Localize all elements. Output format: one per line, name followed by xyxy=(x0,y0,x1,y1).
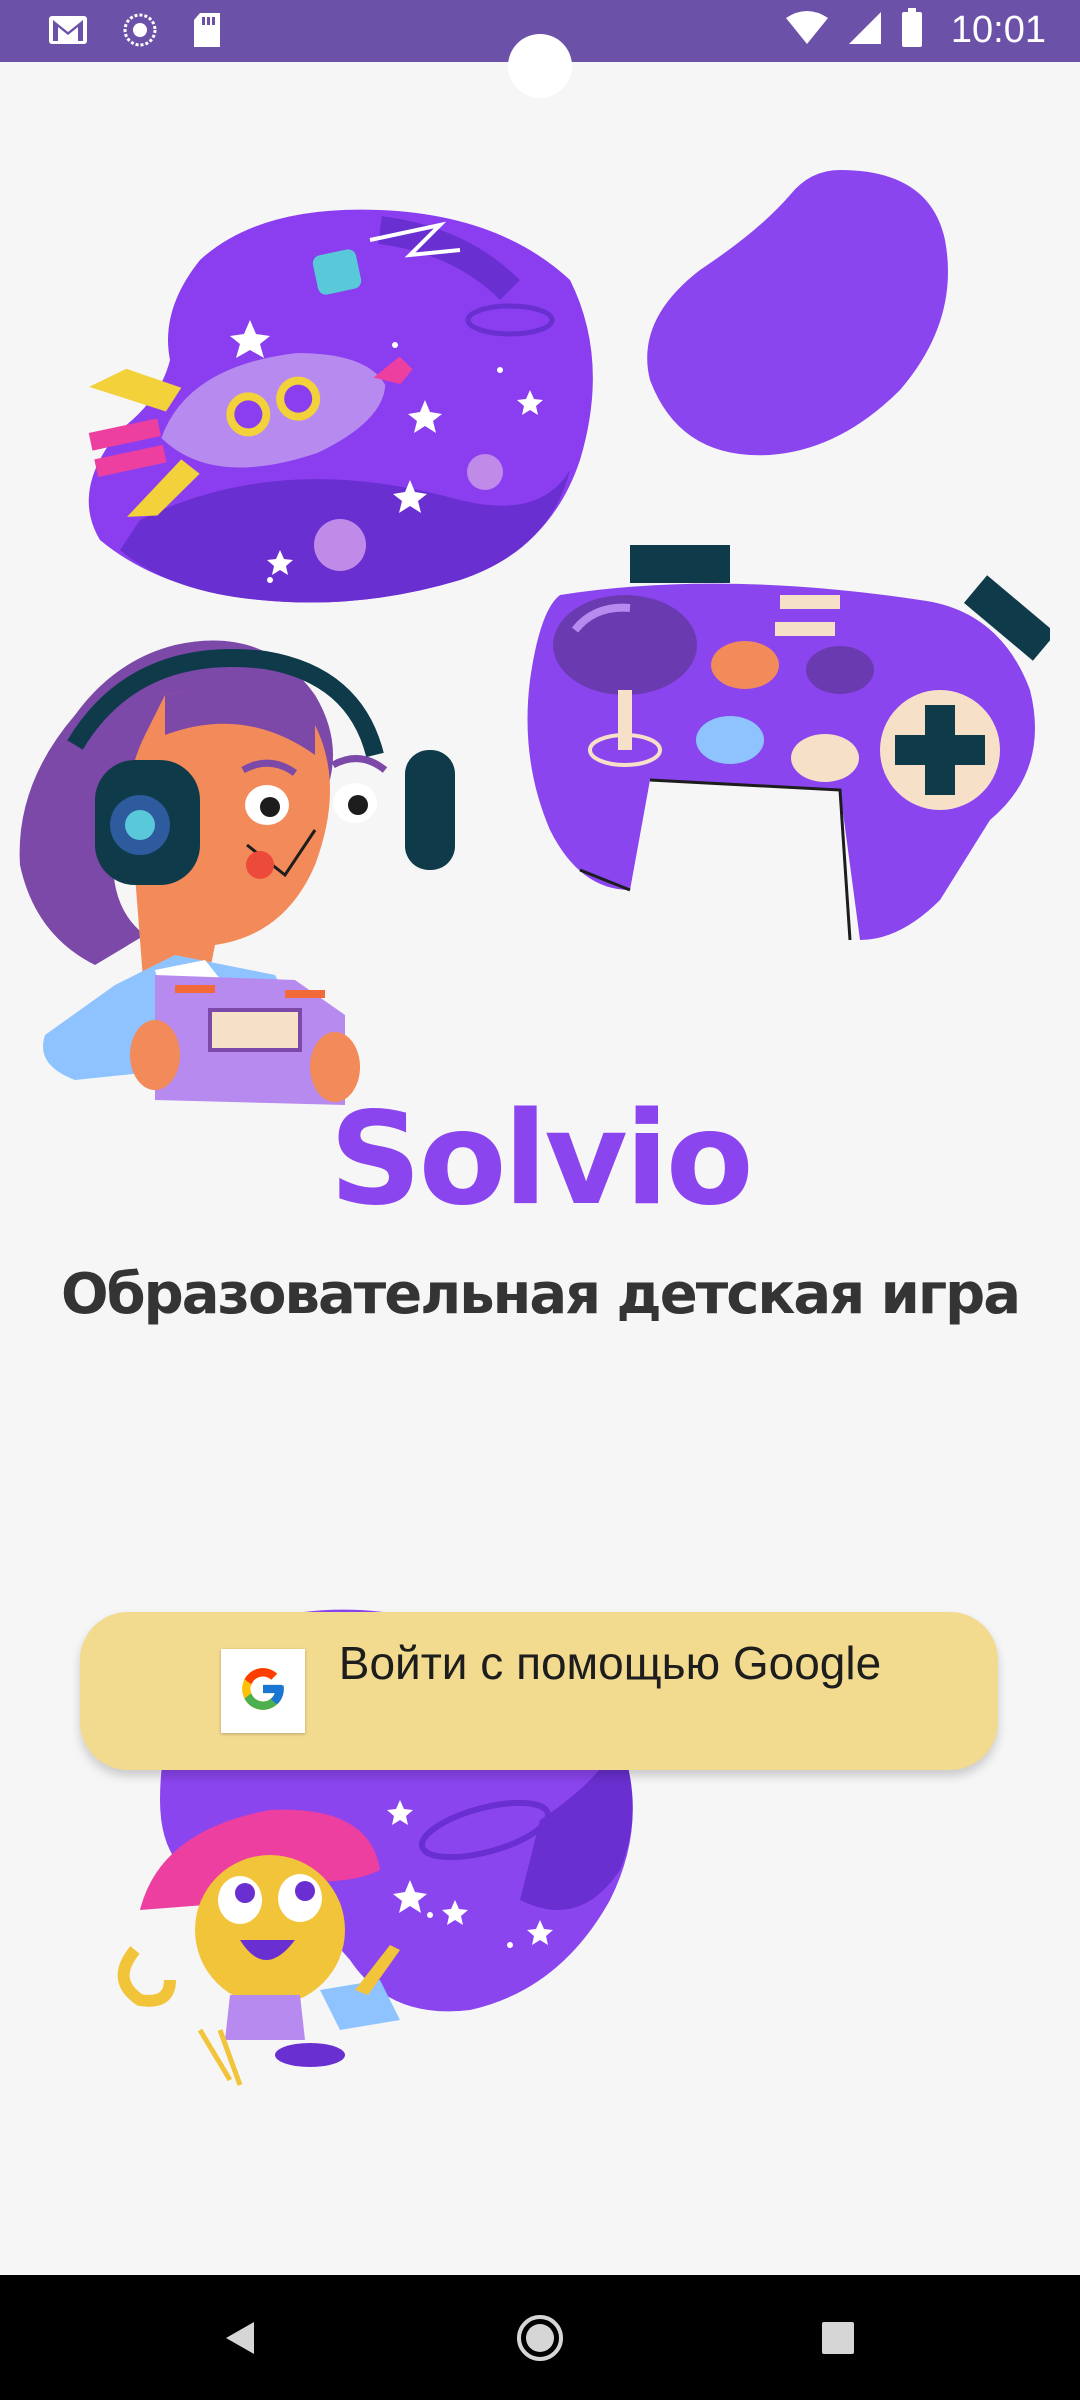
google-signin-button[interactable]: Войти с помощью Google xyxy=(80,1612,998,1770)
app-title: Solvio xyxy=(329,1085,753,1234)
back-button[interactable] xyxy=(205,2305,275,2375)
google-signin-label: Войти с помощью Google xyxy=(338,1637,882,1689)
home-button[interactable] xyxy=(505,2305,575,2375)
sd-card-icon xyxy=(192,12,222,52)
signal-icon xyxy=(847,10,883,50)
recents-button[interactable] xyxy=(803,2305,873,2375)
recents-icon xyxy=(820,2320,856,2360)
battery-icon xyxy=(901,8,923,52)
home-icon xyxy=(515,2313,565,2367)
girl-gamer-illustration xyxy=(19,640,455,1105)
app-subtitle: Образовательная детская игра xyxy=(60,1262,1021,1327)
google-logo xyxy=(221,1649,305,1733)
navigation-bar xyxy=(0,2275,1080,2400)
sync-icon xyxy=(122,12,158,52)
camera-cutout xyxy=(508,34,572,98)
wifi-icon xyxy=(785,10,829,50)
google-g-icon xyxy=(238,1664,288,1718)
decorative-blob xyxy=(647,170,948,456)
gmail-icon xyxy=(48,14,88,50)
status-notification-icons xyxy=(48,12,222,52)
login-screen: 10:01 Solvio Образовательная детская игр… xyxy=(0,0,1080,2400)
status-time: 10:01 xyxy=(950,8,1046,51)
status-system-icons: 10:01 xyxy=(785,8,1046,52)
game-controller-illustration xyxy=(527,545,1050,941)
back-icon xyxy=(220,2318,260,2362)
